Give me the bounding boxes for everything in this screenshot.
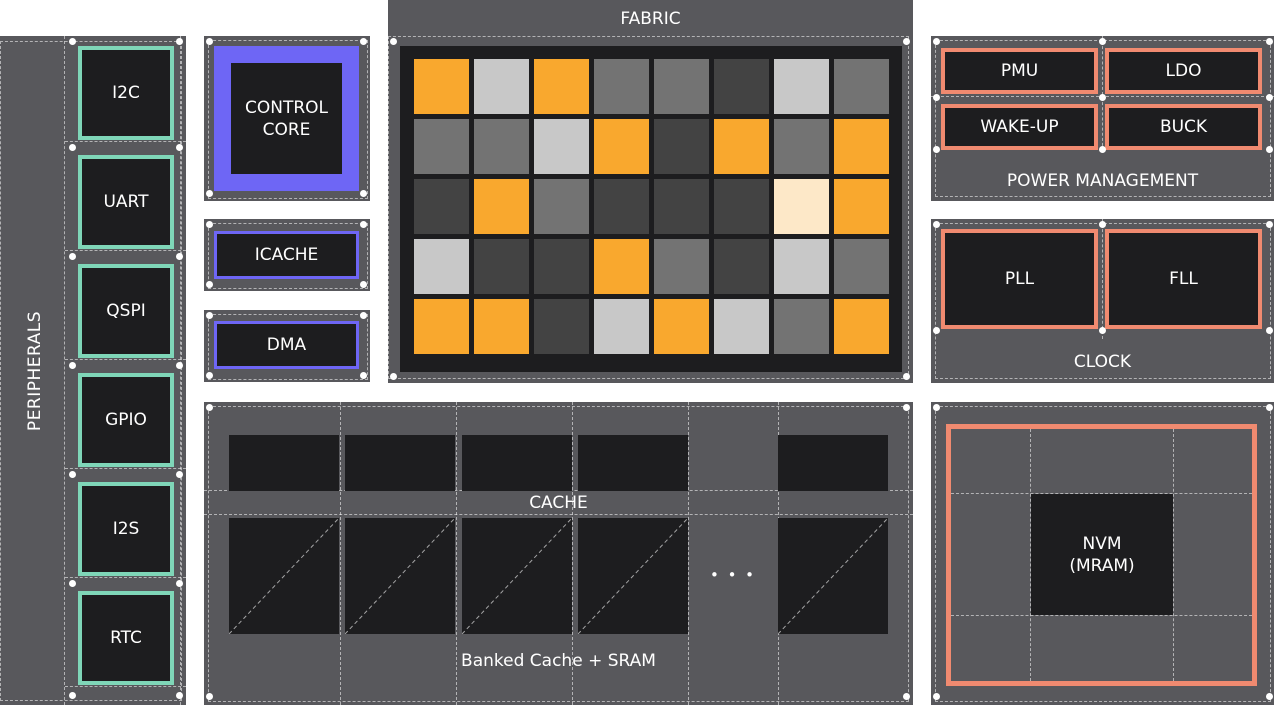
nvm-core: NVM (MRAM) [1031, 494, 1173, 615]
fabric-cell [714, 119, 769, 174]
wake-up-block: WAKE-UP [941, 104, 1098, 150]
fabric-cell [834, 179, 889, 234]
fabric-cell [414, 179, 469, 234]
fabric-cell [594, 179, 649, 234]
icache-block: ICACHE [214, 231, 359, 279]
pll-block: PLL [941, 229, 1098, 329]
fabric-cell [534, 59, 589, 114]
peripheral-rtc: RTC [78, 591, 174, 685]
control-core: CONTROL CORE [214, 46, 359, 191]
cache-bank [462, 435, 572, 491]
fabric-cell [474, 299, 529, 354]
fabric-label: FABRIC [620, 9, 681, 29]
fll-block: FLL [1105, 229, 1262, 329]
ldo-block: LDO [1105, 48, 1262, 94]
fabric-cell [654, 179, 709, 234]
fabric-cell [594, 239, 649, 294]
cache-label: CACHE [529, 493, 588, 513]
fabric-cell [774, 299, 829, 354]
fabric-cell [414, 239, 469, 294]
fabric-cell [714, 59, 769, 114]
ellipsis: • • • [709, 566, 757, 584]
fabric-cell [654, 299, 709, 354]
clock-label: CLOCK [1073, 352, 1132, 372]
pmu-block: PMU [941, 48, 1098, 94]
fabric-cell [654, 239, 709, 294]
sram-bank [345, 518, 455, 634]
fabric-cell [714, 179, 769, 234]
fabric-cell [534, 119, 589, 174]
cache-bank [345, 435, 455, 491]
fabric-cell [714, 299, 769, 354]
fabric-cell [654, 59, 709, 114]
control-core-label: CONTROL CORE [244, 97, 329, 140]
peripherals-label: PERIPHERALS [25, 310, 45, 432]
fabric-cell [714, 239, 769, 294]
fabric-cell [834, 299, 889, 354]
peripheral-gpio: GPIO [78, 373, 174, 467]
fabric-cell [834, 119, 889, 174]
fabric-cell [534, 239, 589, 294]
cache-bank [778, 435, 888, 491]
fabric-cell [474, 59, 529, 114]
sram-bank [462, 518, 572, 634]
fabric-cell [654, 119, 709, 174]
cache-bank [578, 435, 688, 491]
sram-label: Banked Cache + SRAM [461, 651, 656, 671]
nvm-array: NVM (MRAM) [946, 424, 1257, 686]
fabric-array [400, 46, 902, 372]
buck-block: BUCK [1105, 104, 1262, 150]
fabric-cell [774, 119, 829, 174]
power-management-label: POWER MANAGEMENT [1006, 171, 1199, 191]
fabric-cell [414, 119, 469, 174]
fabric-cell [834, 239, 889, 294]
fabric-cell [774, 179, 829, 234]
sram-bank [778, 518, 888, 634]
fabric-cell [594, 59, 649, 114]
fabric-cell [414, 59, 469, 114]
fabric-cell [594, 119, 649, 174]
fabric-cell [474, 239, 529, 294]
fabric-cell [414, 299, 469, 354]
sram-bank [578, 518, 688, 634]
fabric-cell [774, 239, 829, 294]
fabric-cell [534, 179, 589, 234]
fabric-cell [534, 299, 589, 354]
peripheral-uart: UART [78, 155, 174, 249]
fabric-cell [474, 179, 529, 234]
fabric-cell [474, 119, 529, 174]
fabric-cell [834, 59, 889, 114]
fabric-cell [594, 299, 649, 354]
peripheral-i2s: I2S [78, 482, 174, 576]
peripheral-i2c: I2C [78, 46, 174, 140]
dma-block: DMA [214, 321, 359, 369]
sram-bank [229, 518, 339, 634]
peripheral-qspi: QSPI [78, 264, 174, 358]
fabric-cell [774, 59, 829, 114]
cache-bank [229, 435, 339, 491]
